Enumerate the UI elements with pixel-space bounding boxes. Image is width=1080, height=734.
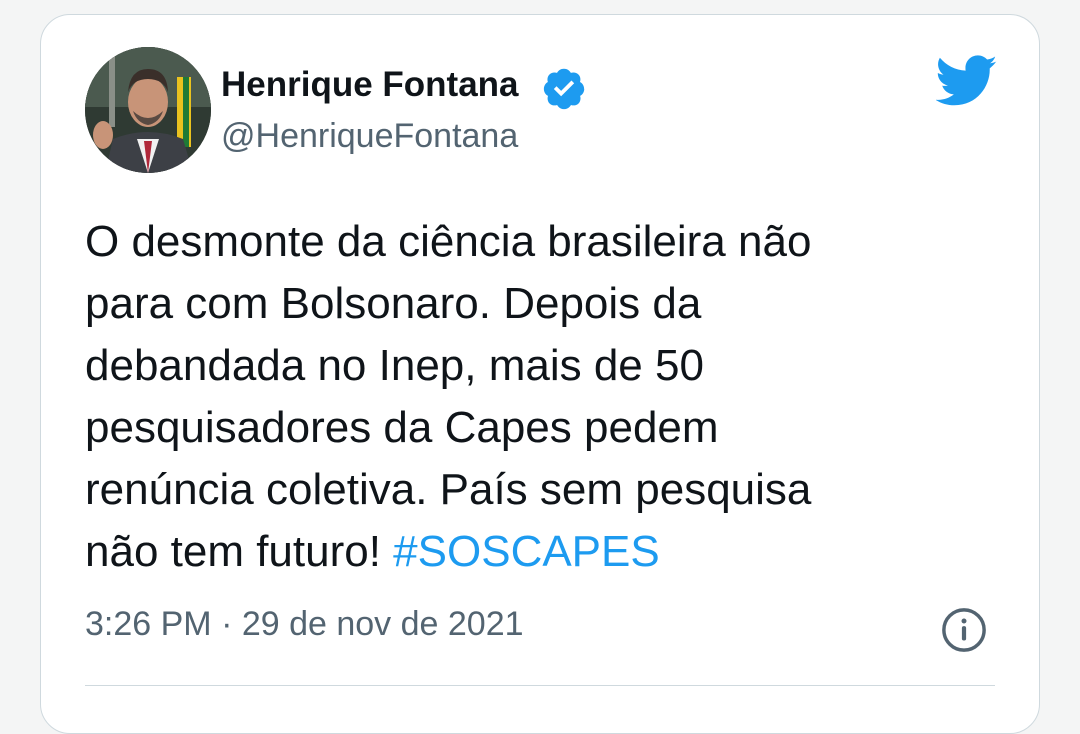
author-avatar[interactable] xyxy=(85,47,211,173)
hashtag-link[interactable]: #SOSCAPES xyxy=(393,527,660,576)
tweet-card: Henrique Fontana @HenriqueFontana O desm… xyxy=(40,14,1040,734)
info-icon[interactable] xyxy=(941,607,987,653)
avatar-photo xyxy=(85,47,211,173)
divider xyxy=(85,685,995,686)
tweet-line: não tem futuro! xyxy=(85,527,394,576)
author-handle[interactable]: @HenriqueFontana xyxy=(221,117,518,156)
tweet-line: para com Bolsonaro. Depois da xyxy=(85,279,702,328)
twitter-bird-icon[interactable] xyxy=(935,55,998,107)
verified-badge-icon xyxy=(541,65,587,111)
author-display-name[interactable]: Henrique Fontana xyxy=(221,65,519,105)
tweet-line: pesquisadores da Capes pedem xyxy=(85,403,719,452)
tweet-timestamp[interactable]: 3:26 PM · 29 de nov de 2021 xyxy=(85,605,524,644)
tweet-line: O desmonte da ciência brasileira não xyxy=(85,217,812,266)
tweet-text: O desmonte da ciência brasileira não par… xyxy=(85,211,985,583)
tweet-line: debandada no Inep, mais de 50 xyxy=(85,341,704,390)
tweet-line: renúncia coletiva. País sem pesquisa xyxy=(85,465,812,514)
